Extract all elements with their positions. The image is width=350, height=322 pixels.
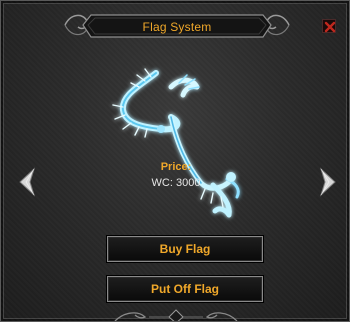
price-value: WC: 3000 <box>151 177 201 189</box>
close-button[interactable] <box>322 19 336 33</box>
close-x-icon <box>324 21 336 33</box>
title-plate: Flag System <box>61 7 293 43</box>
window-title: Flag System <box>142 20 212 34</box>
frost-dragon-flag-icon <box>101 65 251 225</box>
bottom-ornament <box>111 307 241 321</box>
flag-system-window: Flag System Price: WC: 3000 Buy Flag Put… <box>0 0 350 322</box>
put-off-flag-button[interactable]: Put Off Flag <box>107 276 263 302</box>
price-label: Price: <box>160 161 192 173</box>
buy-flag-button[interactable]: Buy Flag <box>107 236 263 262</box>
